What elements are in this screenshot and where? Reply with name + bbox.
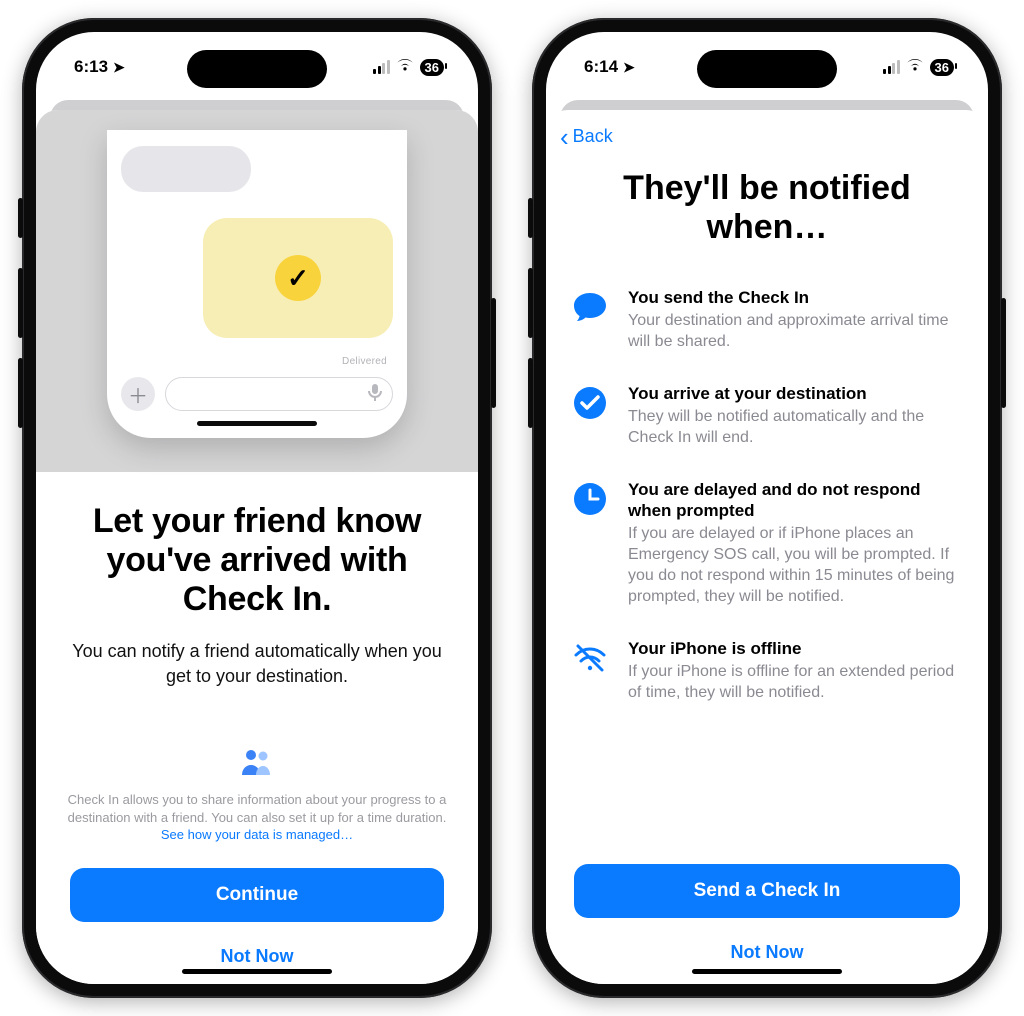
send-checkin-button[interactable]: Send a Check In — [574, 864, 960, 918]
home-indicator — [692, 969, 842, 974]
list-item: Your iPhone is offline If your iPhone is… — [570, 638, 962, 704]
dynamic-island — [187, 50, 327, 88]
clock-icon — [570, 479, 610, 519]
cellular-icon — [373, 61, 390, 74]
incoming-bubble — [121, 146, 251, 192]
volume-up — [528, 268, 533, 338]
chat-mockup: ✓ Delivered ＋ — [107, 130, 407, 438]
plus-icon: ＋ — [121, 377, 155, 411]
mute-switch — [528, 198, 533, 238]
item-subtitle: They will be notified automatically and … — [628, 407, 962, 449]
speech-bubble-icon — [570, 287, 610, 327]
item-subtitle: If you are delayed or if iPhone places a… — [628, 524, 962, 607]
home-indicator — [182, 969, 332, 974]
item-title: You send the Check In — [628, 287, 962, 308]
info-sheet: ‹ Back They'll be notified when… You sen… — [546, 110, 988, 984]
hero-illustration: ✓ Delivered ＋ — [36, 110, 478, 472]
notify-list: You send the Check In Your destination a… — [546, 287, 988, 864]
mock-home-indicator — [197, 421, 317, 426]
volume-down — [18, 358, 23, 428]
volume-up — [18, 268, 23, 338]
privacy-note: Check In allows you to share information… — [64, 791, 450, 844]
wifi-slash-icon — [570, 638, 610, 678]
privacy-link[interactable]: See how your data is managed… — [161, 827, 353, 842]
location-icon: ➤ — [623, 59, 635, 76]
checkmark-circle-icon — [570, 383, 610, 423]
continue-button[interactable]: Continue — [70, 868, 444, 922]
page-title: They'll be notified when… — [566, 169, 968, 247]
page-title: Let your friend know you've arrived with… — [60, 502, 454, 619]
check-icon: ✓ — [275, 255, 321, 301]
volume-down — [528, 358, 533, 428]
side-button — [1001, 298, 1006, 408]
onboarding-sheet: ✓ Delivered ＋ Let your friend — [36, 110, 478, 984]
location-icon: ➤ — [113, 59, 125, 76]
side-button — [491, 298, 496, 408]
battery-icon: 36 — [930, 59, 954, 76]
dynamic-island — [697, 50, 837, 88]
battery-icon: 36 — [420, 59, 444, 76]
status-time: 6:13 — [74, 57, 108, 77]
delivered-label: Delivered — [121, 356, 387, 367]
back-button[interactable]: ‹ Back — [546, 110, 988, 151]
wifi-icon — [906, 58, 924, 77]
phone-right: 6:14 ➤ 36 ‹ Back They'll be notified whe… — [532, 18, 1002, 998]
phone-left: 6:13 ➤ 36 ✓ Delivered — [22, 18, 492, 998]
wifi-icon — [396, 58, 414, 77]
mic-icon — [368, 383, 382, 406]
back-label: Back — [573, 126, 613, 147]
cellular-icon — [883, 61, 900, 74]
compose-field — [165, 377, 393, 411]
mute-switch — [18, 198, 23, 238]
item-title: You arrive at your destination — [628, 383, 962, 404]
list-item: You send the Check In Your destination a… — [570, 287, 962, 353]
status-time: 6:14 — [584, 57, 618, 77]
item-subtitle: Your destination and approximate arrival… — [628, 311, 962, 353]
checkin-bubble: ✓ — [203, 218, 393, 338]
list-item: You arrive at your destination They will… — [570, 383, 962, 449]
item-title: You are delayed and do not respond when … — [628, 479, 962, 522]
page-subtitle: You can notify a friend automatically wh… — [70, 639, 444, 688]
item-subtitle: If your iPhone is offline for an extende… — [628, 662, 962, 704]
list-item: You are delayed and do not respond when … — [570, 479, 962, 608]
friends-icon — [60, 748, 454, 783]
item-title: Your iPhone is offline — [628, 638, 962, 659]
